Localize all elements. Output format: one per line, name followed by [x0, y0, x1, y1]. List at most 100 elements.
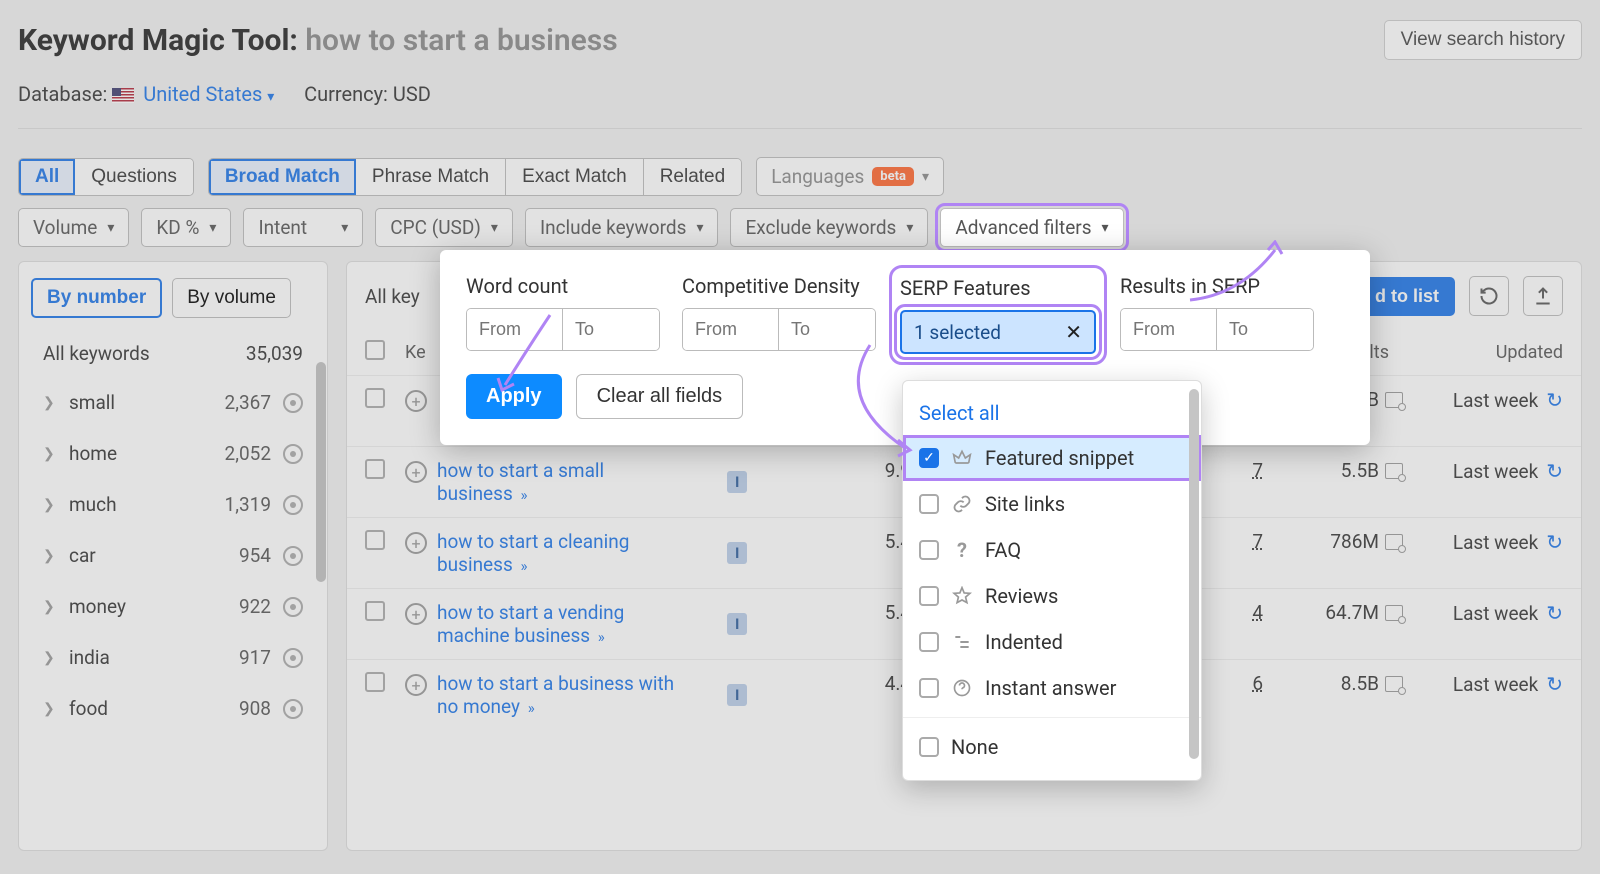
- eye-icon[interactable]: [283, 546, 303, 566]
- keyword-link[interactable]: how to start a vending machine business …: [437, 601, 687, 647]
- all-keywords-label[interactable]: All keywords: [43, 342, 150, 365]
- checkbox-icon: [919, 737, 939, 757]
- export-button[interactable]: [1523, 276, 1563, 316]
- comp-density-from-input[interactable]: [683, 309, 779, 350]
- row-checkbox[interactable]: [365, 459, 385, 479]
- tab-by-number[interactable]: By number: [31, 278, 162, 318]
- expand-icon[interactable]: +: [405, 532, 427, 554]
- row-checkbox[interactable]: [365, 530, 385, 550]
- results-to-input[interactable]: [1217, 309, 1313, 350]
- chevrons-right-icon: »: [517, 486, 528, 504]
- serp-icon[interactable]: [1385, 463, 1403, 479]
- row-checkbox[interactable]: [365, 388, 385, 408]
- sidebar-group-item[interactable]: ❯ india 917: [19, 632, 327, 683]
- refresh-row-icon[interactable]: ↻: [1546, 530, 1563, 554]
- kd-filter[interactable]: KD %▾: [141, 208, 231, 247]
- sidebar-group-item[interactable]: ❯ small 2,367: [19, 377, 327, 428]
- refresh-row-icon[interactable]: ↻: [1546, 601, 1563, 625]
- serp-icon[interactable]: [1385, 605, 1403, 621]
- select-all-option[interactable]: Select all: [903, 391, 1201, 435]
- keyword-link[interactable]: how to start a small business »: [437, 459, 687, 505]
- add-to-list-button[interactable]: d to list: [1359, 277, 1455, 316]
- cpc-filter[interactable]: CPC (USD)▾: [375, 208, 513, 247]
- group-label: small: [69, 391, 189, 414]
- sidebar-group-item[interactable]: ❯ food 908: [19, 683, 327, 734]
- serp-features-label: SERP Features: [900, 276, 1096, 300]
- sidebar-group-item[interactable]: ❯ much 1,319: [19, 479, 327, 530]
- row-checkbox[interactable]: [365, 672, 385, 692]
- serp-feature-option[interactable]: Instant answer: [903, 665, 1201, 711]
- exclude-keywords-filter[interactable]: Exclude keywords▾: [730, 208, 928, 247]
- eye-icon[interactable]: [283, 648, 303, 668]
- word-count-to-input[interactable]: [563, 309, 659, 350]
- eye-icon[interactable]: [283, 699, 303, 719]
- results-value: 5.5B: [1341, 459, 1379, 482]
- apply-button[interactable]: Apply: [466, 374, 562, 419]
- dropdown-scrollbar[interactable]: [1189, 389, 1199, 759]
- tab-broad-match[interactable]: Broad Match: [209, 159, 356, 195]
- keyword-link[interactable]: how to start a cleaning business »: [437, 530, 687, 576]
- chevron-right-icon: ❯: [43, 650, 57, 666]
- tab-by-volume[interactable]: By volume: [172, 278, 291, 318]
- expand-icon[interactable]: +: [405, 390, 427, 412]
- include-keywords-filter[interactable]: Include keywords▾: [525, 208, 719, 247]
- serp-icon[interactable]: [1385, 676, 1403, 692]
- clear-serp-icon[interactable]: ✕: [1065, 320, 1082, 344]
- column-updated[interactable]: Updated: [1403, 342, 1563, 363]
- serp-icon[interactable]: [1385, 534, 1403, 550]
- tab-related[interactable]: Related: [644, 159, 742, 195]
- sidebar-group-item[interactable]: ❯ car 954: [19, 530, 327, 581]
- select-all-checkbox[interactable]: [365, 340, 385, 360]
- serp-features-dropdown[interactable]: 1 selected ✕: [900, 310, 1096, 354]
- clear-all-fields-button[interactable]: Clear all fields: [576, 374, 744, 419]
- serp-feature-option[interactable]: Site links: [903, 481, 1201, 527]
- tab-all[interactable]: All: [19, 159, 75, 195]
- expand-icon[interactable]: +: [405, 603, 427, 625]
- comp-density-to-input[interactable]: [779, 309, 875, 350]
- sidebar-group-item[interactable]: ❯ money 922: [19, 581, 327, 632]
- advanced-filters-button[interactable]: Advanced filters▾: [940, 208, 1123, 247]
- expand-icon[interactable]: +: [405, 461, 427, 483]
- refresh-row-icon[interactable]: ↻: [1546, 459, 1563, 483]
- sidebar-group-item[interactable]: ❯ home 2,052: [19, 428, 327, 479]
- keyword-groups-sidebar: By number By volume All keywords 35,039 …: [18, 261, 328, 851]
- group-count: 917: [201, 646, 271, 669]
- serp-feature-option[interactable]: ? FAQ: [903, 527, 1201, 573]
- tab-phrase-match[interactable]: Phrase Match: [356, 159, 506, 195]
- serp-option-none[interactable]: None: [903, 724, 1201, 770]
- word-count-from-input[interactable]: [467, 309, 563, 350]
- refresh-icon: [1479, 286, 1499, 306]
- chevron-right-icon: ❯: [43, 497, 57, 513]
- results-in-serp-label: Results in SERP: [1120, 274, 1314, 298]
- eye-icon[interactable]: [283, 444, 303, 464]
- sidebar-scrollbar[interactable]: [316, 362, 326, 582]
- export-icon: [1533, 286, 1553, 306]
- eye-icon[interactable]: [283, 597, 303, 617]
- currency-label: Currency:: [304, 82, 388, 106]
- refresh-row-icon[interactable]: ↻: [1546, 672, 1563, 696]
- results-from-input[interactable]: [1121, 309, 1217, 350]
- row-checkbox[interactable]: [365, 601, 385, 621]
- tab-exact-match[interactable]: Exact Match: [506, 159, 644, 195]
- refresh-button[interactable]: [1469, 276, 1509, 316]
- checkbox-icon: ✓: [919, 448, 939, 468]
- volume-filter[interactable]: Volume▾: [18, 208, 129, 247]
- serp-feature-option[interactable]: ✓ Featured snippet: [903, 435, 1201, 481]
- serp-feature-option[interactable]: Reviews: [903, 573, 1201, 619]
- tab-questions[interactable]: Questions: [75, 159, 193, 195]
- eye-icon[interactable]: [283, 495, 303, 515]
- view-history-button[interactable]: View search history: [1384, 20, 1582, 60]
- keyword-link[interactable]: how to start a business with no money »: [437, 672, 687, 718]
- serp-icon[interactable]: [1385, 392, 1403, 408]
- expand-icon[interactable]: +: [405, 674, 427, 696]
- group-count: 1,319: [201, 493, 271, 516]
- eye-icon[interactable]: [283, 393, 303, 413]
- group-label: home: [69, 442, 189, 465]
- intent-filter[interactable]: Intent ▾: [243, 208, 363, 247]
- languages-dropdown[interactable]: Languages beta ▾: [756, 157, 944, 196]
- chevrons-right-icon: »: [517, 557, 528, 575]
- database-selector[interactable]: United States ▾: [143, 82, 274, 106]
- refresh-row-icon[interactable]: ↻: [1546, 388, 1563, 412]
- serp-feature-option[interactable]: Indented: [903, 619, 1201, 665]
- group-label: money: [69, 595, 189, 618]
